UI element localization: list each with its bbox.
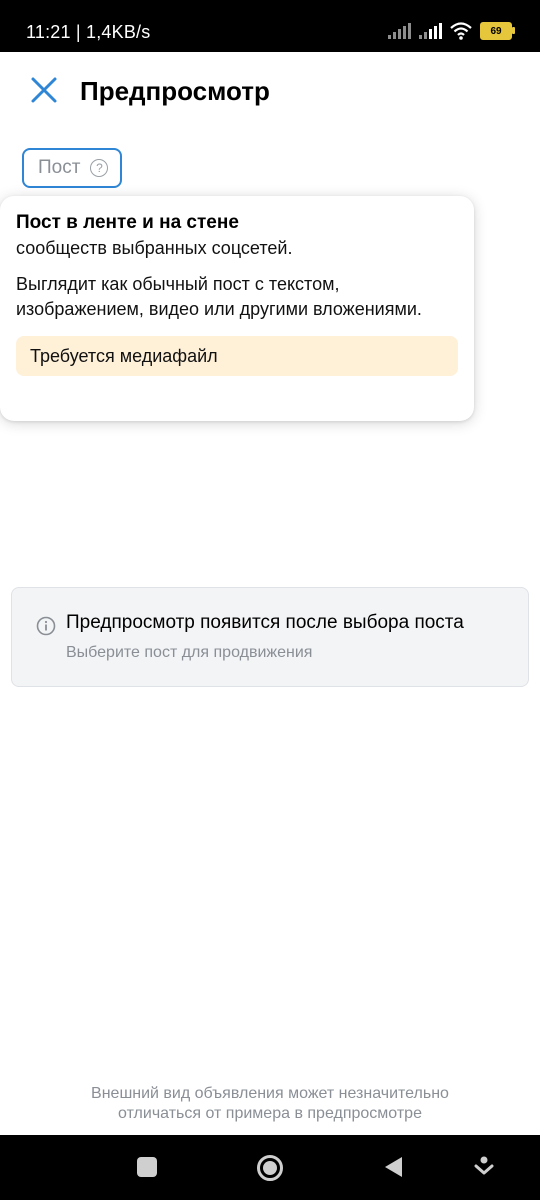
status-bar: 11:21 | 1,4KB/s 69 [0,0,540,52]
back-button[interactable] [382,1155,404,1179]
placeholder-subtitle: Выберите пост для продвижения [66,644,313,661]
close-icon[interactable] [28,74,60,106]
battery-icon: 69 [480,22,515,40]
media-required-banner: Требуется медиафайл [16,336,458,376]
tooltip-subtitle: сообществ выбранных соцсетей. [16,238,293,258]
navigation-bar [0,1135,540,1200]
info-icon [36,616,56,636]
signal-icon [388,23,411,39]
placeholder-title: Предпросмотр появится после выбора поста [66,612,464,633]
format-chip-post[interactable]: Пост ? [22,148,122,188]
preview-placeholder-card: Предпросмотр появится после выбора поста… [11,587,529,687]
battery-level: 69 [490,25,502,37]
recents-button[interactable] [137,1157,157,1177]
help-icon[interactable]: ? [90,159,109,177]
tooltip-title: Пост в ленте и на стене [16,212,239,233]
header: Предпросмотр [0,52,540,132]
signal-icon-2 [419,23,442,39]
disclaimer-line-2: отличаться от примера в предпросмотре [118,1105,422,1122]
status-icons: 69 [388,22,515,40]
page-title: Предпросмотр [80,76,270,106]
wifi-icon [450,22,472,40]
format-tooltip: Пост в ленте и на стене сообществ выбран… [0,196,474,421]
chip-label: Пост [38,157,81,178]
gesture-down-icon[interactable] [474,1155,494,1179]
status-time: 11:21 | 1,4KB/s [26,22,151,42]
tooltip-description: Выглядит как обычный пост с текстом, изо… [16,274,422,319]
disclaimer-line-1: Внешний вид объявления может незначитель… [91,1085,449,1102]
preview-disclaimer: Внешний вид объявления может незначитель… [0,1084,540,1124]
home-button[interactable] [257,1155,283,1181]
